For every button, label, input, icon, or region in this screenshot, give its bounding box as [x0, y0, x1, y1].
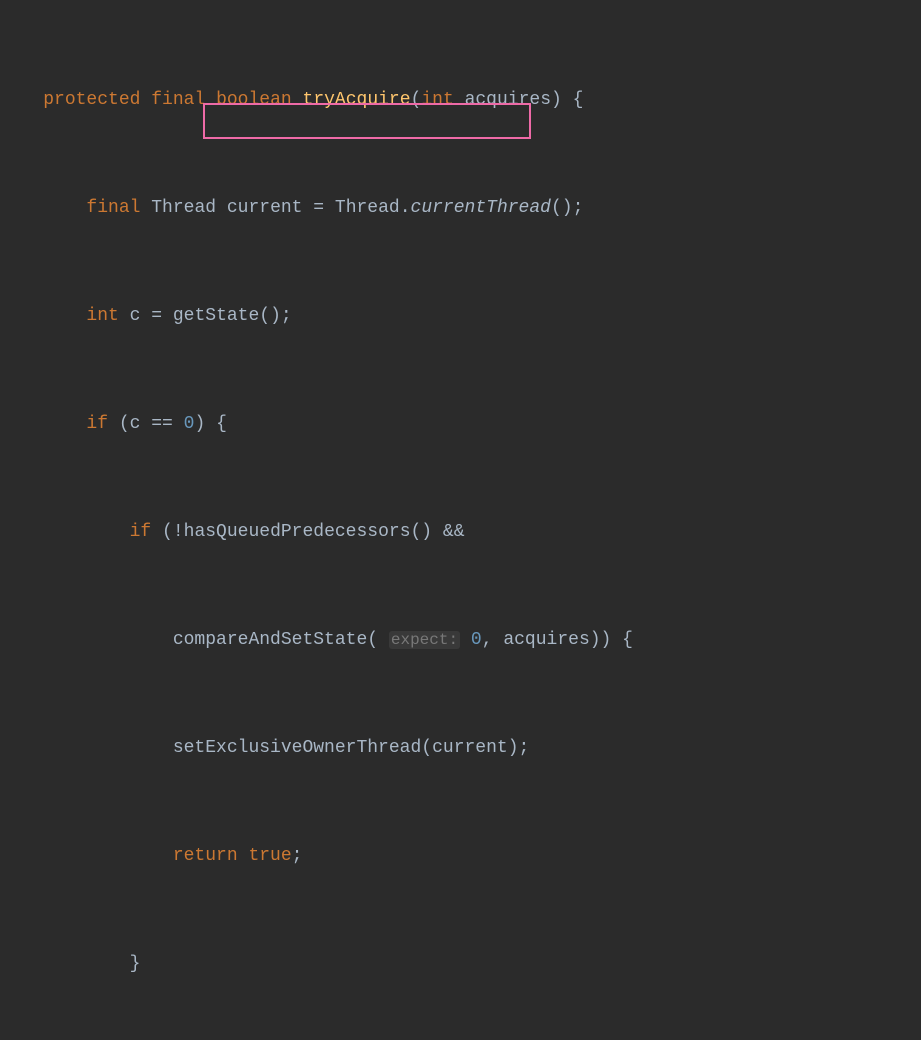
- keyword: return: [173, 846, 238, 866]
- code-line[interactable]: }: [0, 951, 921, 978]
- keyword: int: [86, 306, 118, 326]
- number: 0: [471, 630, 482, 650]
- punct: ;: [292, 846, 303, 866]
- code-line[interactable]: setExclusiveOwnerThread(current);: [0, 735, 921, 762]
- code-line[interactable]: final Thread current = Thread.currentThr…: [0, 195, 921, 222]
- punct: ) {: [551, 90, 583, 110]
- punct: )) {: [590, 630, 633, 650]
- punct: =: [140, 306, 172, 326]
- punct: ,: [482, 630, 504, 650]
- keyword: final: [86, 198, 140, 218]
- type: Thread: [151, 198, 216, 218]
- keyword: int: [421, 90, 453, 110]
- method-call: getState: [173, 306, 259, 326]
- code-line[interactable]: if (!hasQueuedPredecessors() &&: [0, 519, 921, 546]
- space: [460, 630, 471, 650]
- static-call: currentThread: [411, 198, 551, 218]
- identifier: c: [130, 414, 141, 434]
- punct: ) {: [194, 414, 226, 434]
- punct: (: [108, 414, 130, 434]
- punct: ();: [259, 306, 291, 326]
- keyword: final: [151, 90, 205, 110]
- identifier: Thread.: [335, 198, 411, 218]
- punct: =: [303, 198, 335, 218]
- method-call: compareAndSetState: [173, 630, 367, 650]
- punct: (): [411, 522, 433, 542]
- method-name: tryAcquire: [303, 90, 411, 110]
- method-call: setExclusiveOwnerThread: [173, 738, 421, 758]
- keyword: if: [130, 522, 152, 542]
- punct: (: [411, 90, 422, 110]
- keyword: if: [86, 414, 108, 434]
- identifier: current: [227, 198, 303, 218]
- code-line[interactable]: compareAndSetState( expect: 0, acquires)…: [0, 627, 921, 654]
- operator-and: &&: [432, 522, 464, 542]
- code-line[interactable]: int c = getState();: [0, 303, 921, 330]
- code-editor[interactable]: protected final boolean tryAcquire(int a…: [0, 0, 921, 1040]
- keyword: protected: [43, 90, 140, 110]
- identifier: acquires: [503, 630, 589, 650]
- identifier: acquires: [465, 90, 551, 110]
- code-line[interactable]: return true;: [0, 843, 921, 870]
- identifier: c: [130, 306, 141, 326]
- punct: ();: [551, 198, 583, 218]
- code-line[interactable]: if (c == 0) {: [0, 411, 921, 438]
- keyword: true: [238, 846, 292, 866]
- operator-not: !: [173, 522, 184, 542]
- punct: ==: [140, 414, 183, 434]
- keyword: boolean: [216, 90, 292, 110]
- parameter-hint: expect:: [389, 631, 460, 649]
- number: 0: [184, 414, 195, 434]
- punct: );: [508, 738, 530, 758]
- punct: }: [130, 954, 141, 974]
- identifier: current: [432, 738, 508, 758]
- punct: (: [151, 522, 173, 542]
- method-call: hasQueuedPredecessors: [184, 522, 411, 542]
- punct: (: [367, 630, 389, 650]
- punct: (: [421, 738, 432, 758]
- code-line[interactable]: protected final boolean tryAcquire(int a…: [0, 87, 921, 114]
